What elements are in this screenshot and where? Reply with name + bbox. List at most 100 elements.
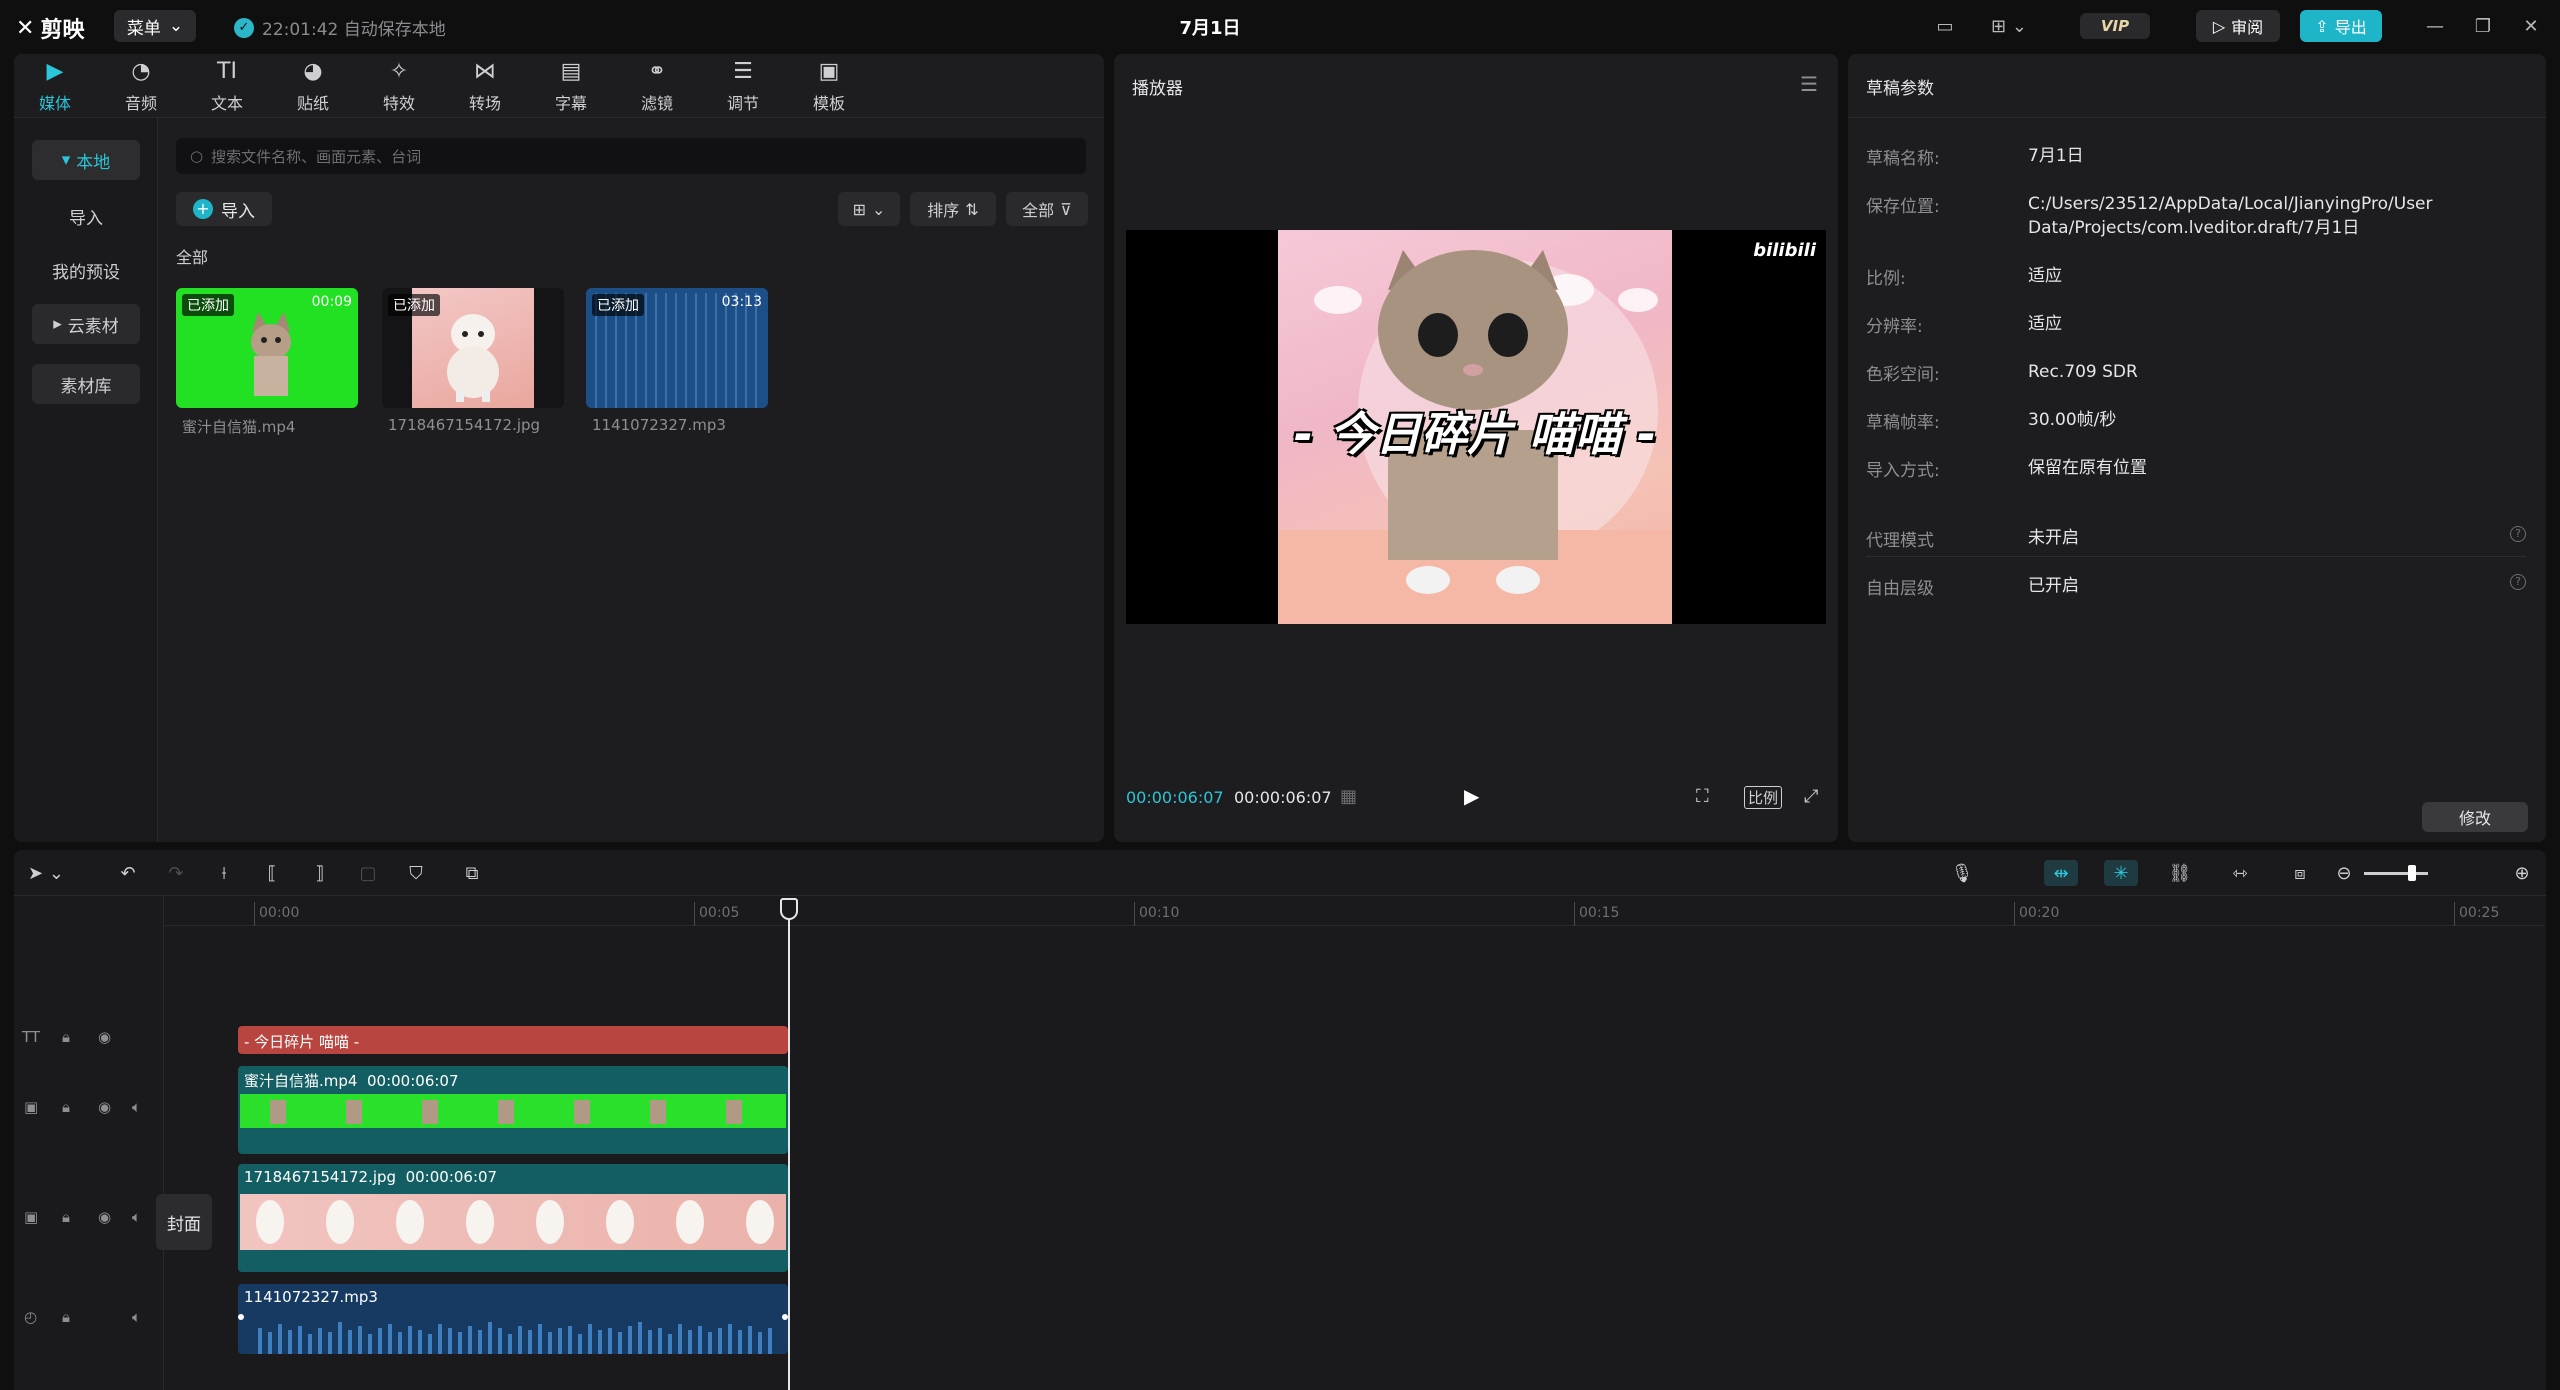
hamburger-menu-icon[interactable]: ☰ bbox=[1800, 72, 1818, 96]
cat-frames bbox=[270, 1100, 742, 1124]
main-track-magnet-icon[interactable]: ⇹ bbox=[2044, 860, 2078, 886]
trim-left-icon[interactable]: ⟦ bbox=[258, 860, 286, 886]
draft-params-panel: 草稿参数 草稿名称: 7月1日 保存位置: C:/Users/23512/AppDa… bbox=[1848, 54, 2546, 842]
lock-icon[interactable]: 🔒︎ bbox=[62, 1308, 70, 1326]
help-icon[interactable]: ? bbox=[2510, 574, 2526, 590]
tab-audio[interactable]: ◔ 音频 bbox=[106, 58, 176, 116]
image-clip-label: 1718467154172.jpg 00:00:06:07 bbox=[244, 1168, 498, 1186]
minimize-icon[interactable]: — bbox=[2420, 12, 2450, 40]
media-item-name: 1718467154172.jpg bbox=[388, 416, 541, 434]
playhead-handle[interactable] bbox=[780, 898, 798, 920]
sidebar-item-import[interactable]: 导入 bbox=[32, 196, 140, 236]
text-clip[interactable]: - 今日碎片 喵喵 - bbox=[238, 1026, 788, 1054]
audio-clip-label: 1141072327.mp3 bbox=[244, 1288, 378, 1306]
delete-icon[interactable]: ▢ bbox=[354, 860, 382, 886]
fullscreen-icon[interactable]: ⤢ bbox=[1804, 786, 1818, 807]
cover-button[interactable]: 封面 bbox=[156, 1194, 212, 1250]
import-button[interactable]: + 导入 bbox=[176, 192, 272, 226]
lock-icon[interactable]: 🔒︎ bbox=[62, 1098, 70, 1116]
section-label: 全部 bbox=[176, 248, 209, 267]
mark-icon[interactable]: ⛉ bbox=[402, 860, 430, 886]
adjust-icon: ☰ bbox=[733, 59, 753, 84]
image-clip[interactable]: 1718467154172.jpg 00:00:06:07 bbox=[238, 1164, 788, 1272]
lock-icon[interactable]: 🔒︎ bbox=[62, 1208, 70, 1226]
eye-icon[interactable]: ◉ bbox=[98, 1028, 111, 1046]
zoom-in-icon[interactable]: ⊕ bbox=[2508, 860, 2536, 886]
trim-right-icon[interactable]: ⟧ bbox=[306, 860, 334, 886]
vip-badge[interactable]: VIP bbox=[2080, 13, 2150, 39]
tab-adjust[interactable]: ☰ 调节 bbox=[708, 58, 778, 116]
volume-icon[interactable]: 🔈︎ bbox=[132, 1308, 141, 1326]
tab-template[interactable]: ▣ 模板 bbox=[794, 58, 864, 116]
playhead-line[interactable] bbox=[788, 908, 790, 1390]
undo-icon[interactable]: ↶ bbox=[114, 860, 142, 886]
added-badge: 已添加 bbox=[388, 294, 440, 316]
select-tool-icon[interactable]: ➤ ⌄ bbox=[24, 860, 68, 886]
crop-image-icon[interactable]: ⧉ bbox=[458, 860, 486, 886]
sticker-icon: ◕ bbox=[303, 59, 323, 84]
sort-button[interactable]: 排序 ⇅ bbox=[910, 192, 996, 226]
zoom-out-icon[interactable]: ⊖ bbox=[2330, 860, 2358, 886]
fade-in-handle[interactable] bbox=[238, 1314, 244, 1320]
tab-transition[interactable]: ⋈ 转场 bbox=[450, 58, 520, 116]
media-item-video[interactable]: 已添加 00:09 bbox=[176, 288, 358, 408]
volume-icon[interactable]: 🔈︎ bbox=[132, 1098, 141, 1116]
video-preview[interactable]: - 今日碎片 喵喵 - bilibili bbox=[1126, 230, 1826, 624]
media-item-name: 蜜汁自信猫.mp4 bbox=[182, 418, 296, 436]
media-item-audio[interactable]: 已添加 03:13 bbox=[586, 288, 768, 408]
llama-image bbox=[447, 314, 499, 402]
link-icon[interactable]: ⛓ bbox=[2166, 860, 2194, 886]
video-clip-label: 蜜汁自信猫.mp4 00:00:06:07 bbox=[244, 1072, 459, 1090]
media-item-image[interactable]: 已添加 bbox=[382, 288, 564, 408]
tab-media[interactable]: ▶ 媒体 bbox=[20, 58, 90, 116]
search-input[interactable]: ○ 搜索文件名称、画面元素、台词 bbox=[176, 138, 1086, 174]
sidebar-item-cloud[interactable]: ▸ 云素材 bbox=[32, 304, 140, 344]
ruler-tick: 00:00 bbox=[254, 902, 299, 926]
zoom-slider-thumb[interactable] bbox=[2408, 865, 2416, 881]
ruler-tick: 00:10 bbox=[1134, 902, 1179, 926]
sort-icon: ⇅ bbox=[965, 199, 979, 219]
export-button[interactable]: ⇪ 导出 bbox=[2300, 10, 2382, 42]
filter-button[interactable]: 全部 ⊽ bbox=[1006, 192, 1088, 226]
tab-filter[interactable]: ⚭ 滤镜 bbox=[622, 58, 692, 116]
lock-icon[interactable]: 🔒︎ bbox=[62, 1028, 70, 1046]
review-button[interactable]: ▷ 审阅 bbox=[2196, 10, 2280, 42]
duration-label: 03:13 bbox=[721, 294, 762, 310]
tab-effects[interactable]: ✧ 特效 bbox=[364, 58, 434, 116]
play-icon[interactable]: ▶ bbox=[1464, 784, 1479, 808]
tab-text[interactable]: TI 文本 bbox=[192, 58, 262, 116]
zoom-slider[interactable] bbox=[2364, 872, 2428, 875]
preview-axis-icon[interactable]: ⇿ bbox=[2226, 860, 2254, 886]
modify-button[interactable]: 修改 bbox=[2422, 802, 2528, 832]
close-icon[interactable]: ✕ bbox=[2516, 12, 2546, 40]
time-ruler[interactable]: 00:00 00:05 00:10 00:15 00:20 00:25 bbox=[164, 902, 2544, 926]
fit-screen-icon[interactable]: ⛶ bbox=[1696, 786, 1709, 807]
ratio-button[interactable]: 比例 bbox=[1744, 786, 1783, 809]
screen-icon[interactable]: ⧈ bbox=[2286, 860, 2314, 886]
audio-clip[interactable]: 1141072327.mp3 bbox=[238, 1284, 788, 1354]
sidebar-item-presets[interactable]: 我的预设 bbox=[32, 250, 140, 290]
auto-snap-icon[interactable]: ✳ bbox=[2104, 860, 2138, 886]
duration-label: 00:09 bbox=[311, 294, 352, 310]
view-mode-button[interactable]: ⊞ ⌄ bbox=[838, 192, 900, 226]
effects-icon: ✧ bbox=[389, 59, 409, 84]
video-clip[interactable]: 蜜汁自信猫.mp4 00:00:06:07 bbox=[238, 1066, 788, 1154]
sidebar-item-local[interactable]: ▾ 本地 bbox=[32, 140, 140, 180]
microphone-icon[interactable]: 🎙 bbox=[1948, 860, 1976, 886]
tab-sticker[interactable]: ◕ 贴纸 bbox=[278, 58, 348, 116]
redo-icon[interactable]: ↷ bbox=[162, 860, 190, 886]
grid-icon: ⊞ bbox=[852, 199, 866, 219]
layout-icon[interactable]: ⊞ ⌄ bbox=[1984, 12, 2034, 40]
app-name: 剪映 bbox=[40, 18, 85, 43]
tab-subtitle[interactable]: ▤ 字幕 bbox=[536, 58, 606, 116]
split-icon[interactable]: ⟊ bbox=[210, 860, 238, 886]
restore-icon[interactable]: ❐ bbox=[2468, 12, 2498, 40]
menu-button[interactable]: 菜单 ⌄ bbox=[114, 10, 196, 42]
eye-icon[interactable]: ◉ bbox=[98, 1098, 111, 1116]
sidebar-item-library[interactable]: 素材库 bbox=[32, 364, 140, 404]
shortcut-icon[interactable]: ▭ bbox=[1930, 12, 1960, 40]
eye-icon[interactable]: ◉ bbox=[98, 1208, 111, 1226]
help-icon[interactable]: ? bbox=[2510, 526, 2526, 542]
timeline-grid-icon[interactable]: ▦ bbox=[1340, 786, 1357, 807]
volume-icon[interactable]: 🔈︎ bbox=[132, 1208, 141, 1226]
